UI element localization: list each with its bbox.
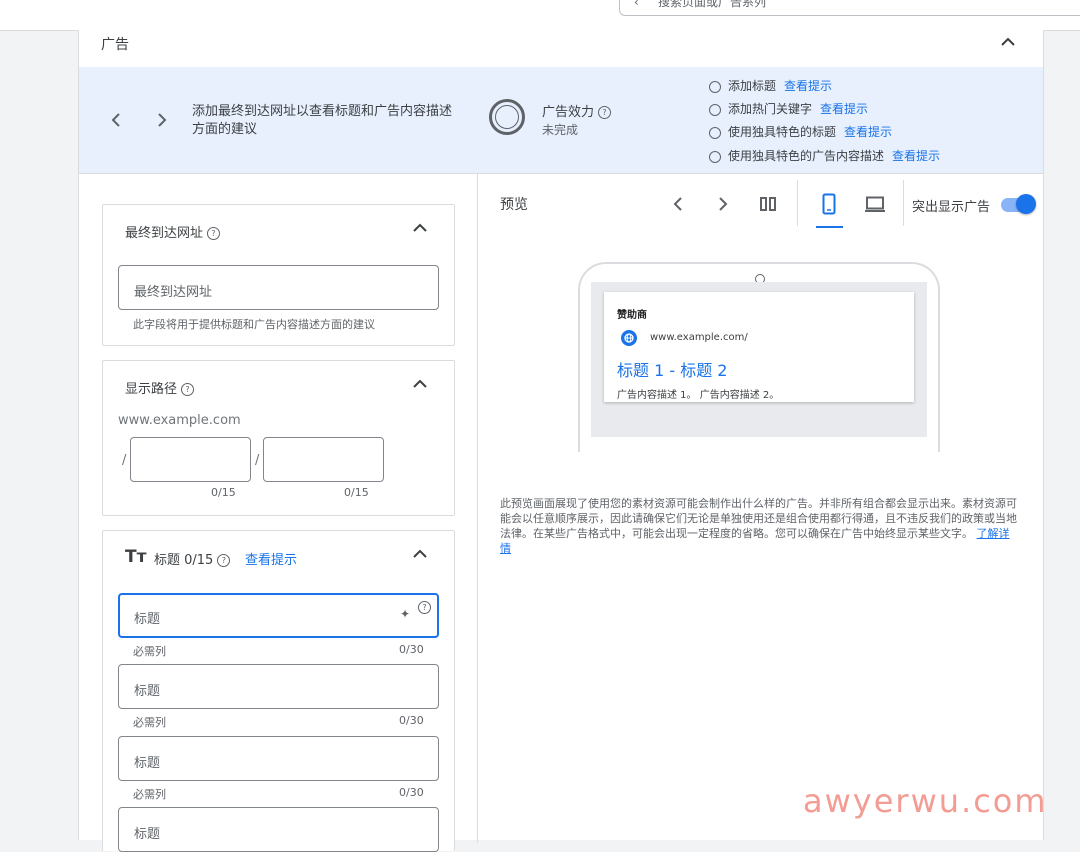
desktop-device-icon[interactable] — [864, 196, 886, 213]
collapse-chevron-icon[interactable] — [412, 222, 428, 234]
path-2-input[interactable] — [263, 437, 384, 482]
final-url-title: 最终到达网址? — [125, 222, 221, 241]
search-text: 搜索页面或广告系列 — [658, 0, 767, 9]
tip-label: 使用独具特色的广告内容描述 — [728, 149, 885, 163]
ad-headline[interactable]: 标题 1 - 标题 2 — [617, 357, 727, 381]
path-separator: / — [122, 453, 127, 468]
ad-panel: 广告 添加最终到达网址以查看标题和广告内容描述方面的建议 广告效力? 未完成 添… — [78, 30, 1044, 852]
collapse-chevron-icon[interactable] — [412, 378, 428, 390]
toolbar-divider — [797, 180, 798, 226]
tip-item: 使用独具特色的标题 查看提示 — [709, 123, 892, 140]
help-icon[interactable]: ? — [418, 601, 431, 614]
suggestion-strip: 添加最终到达网址以查看标题和广告内容描述方面的建议 广告效力? 未完成 添加标题… — [79, 67, 1043, 174]
mobile-device-icon[interactable] — [822, 193, 836, 215]
final-url-title-text: 最终到达网址 — [125, 226, 204, 241]
disclaimer-text: 此预览画面展现了使用您的素材资源可能会制作出什么样的广告。并非所有组合都会显示出… — [500, 497, 1017, 540]
watermark: awyerwu.com — [803, 782, 1048, 820]
help-icon[interactable]: ? — [598, 106, 612, 119]
tip-label: 使用独具特色的标题 — [728, 125, 837, 139]
highlight-ad-label: 突出显示广告 — [912, 200, 991, 215]
ad-preview-card: 赞助商 www.example.com/ 标题 1 - 标题 2 广告内容描述 … — [604, 292, 914, 402]
final-url-card: 最终到达网址? 最终到达网址 此字段将用于提供标题和广告内容描述方面的建议 — [102, 204, 455, 346]
ad-strength-status: 未完成 — [542, 123, 579, 137]
sponsor-label: 赞助商 — [617, 310, 647, 321]
preview-label: 预览 — [500, 197, 528, 213]
ad-strength-label: 广告效力? — [542, 101, 612, 120]
view-tips-link[interactable]: 查看提示 — [784, 79, 832, 93]
tip-item: 添加热门关键字 查看提示 — [709, 100, 868, 117]
final-url-helper: 此字段将用于提供标题和广告内容描述方面的建议 — [133, 318, 375, 331]
ad-strength-ring-icon — [489, 99, 525, 135]
back-arrow-icon[interactable]: ‹ — [634, 0, 639, 15]
suggestion-text: 添加最终到达网址以查看标题和广告内容描述方面的建议 — [192, 104, 453, 137]
path-separator: / — [255, 453, 260, 468]
headline-1-input[interactable]: 标题 ✦ ? — [118, 593, 439, 638]
help-icon[interactable]: ? — [217, 554, 231, 567]
preview-disclaimer: 此预览画面展现了使用您的素材资源可能会制作出什么样的广告。并非所有组合都会显示出… — [500, 496, 1020, 556]
headline-placeholder: 标题 — [134, 612, 161, 627]
collapse-chevron-icon[interactable] — [412, 548, 428, 560]
search-bar[interactable]: ‹ 搜索页面或广告系列 — [619, 0, 1080, 16]
headline-2-count: 0/30 — [399, 714, 424, 727]
phone-preview-frame: 赞助商 www.example.com/ 标题 1 - 标题 2 广告内容描述 … — [578, 262, 940, 452]
headline-placeholder: 标题 — [134, 756, 161, 771]
radio-circle-icon — [709, 80, 721, 93]
headline-2-input[interactable]: 标题 — [118, 664, 439, 709]
display-path-card: 显示路径? www.example.com / / 0/15 0/15 — [102, 360, 455, 516]
grid-view-icon[interactable] — [760, 197, 776, 211]
headline-1-count: 0/30 — [399, 643, 424, 656]
final-url-input[interactable]: 最终到达网址 — [118, 265, 439, 310]
headline-4-input[interactable]: 标题 — [118, 807, 439, 852]
help-icon[interactable]: ? — [207, 227, 221, 240]
headline-3-helper: 必需列 — [133, 788, 166, 801]
panel-title: 广告 — [101, 37, 129, 53]
view-tips-link[interactable]: 查看提示 — [844, 125, 892, 139]
headline-2-helper: 必需列 — [133, 716, 166, 729]
headlines-card: Tт 标题 0/15? 查看提示 标题 ✦ ? 必需列 0/30 标题 必需列 … — [102, 530, 455, 852]
path-1-input[interactable] — [130, 437, 251, 482]
phone-screen: 赞助商 www.example.com/ 标题 1 - 标题 2 广告内容描述 … — [591, 282, 927, 437]
headline-placeholder: 标题 — [134, 827, 161, 842]
radio-circle-icon — [709, 150, 721, 163]
prev-suggestion-icon[interactable] — [110, 112, 122, 128]
headline-3-input[interactable]: 标题 — [118, 736, 439, 781]
final-url-placeholder: 最终到达网址 — [134, 285, 213, 300]
globe-icon — [621, 330, 637, 346]
headline-placeholder: 标题 — [134, 684, 161, 699]
device-underline — [816, 226, 843, 228]
headline-3-count: 0/30 — [399, 786, 424, 799]
headlines-tips-link[interactable]: 查看提示 — [245, 549, 297, 568]
ad-url: www.example.com/ — [650, 332, 748, 343]
tip-label: 添加热门关键字 — [728, 102, 813, 116]
radio-circle-icon — [709, 103, 721, 116]
next-preview-icon[interactable] — [717, 196, 729, 212]
ad-strength-text: 广告效力 — [542, 105, 595, 120]
prev-preview-icon[interactable] — [672, 196, 684, 212]
pin-icon[interactable]: ✦ — [400, 607, 410, 621]
ad-description: 广告内容描述 1。 广告内容描述 2。 — [617, 390, 780, 401]
column-divider — [477, 173, 478, 843]
path-1-count: 0/15 — [211, 486, 236, 499]
headlines-title-text: 标题 0/15 — [154, 553, 214, 568]
view-tips-link[interactable]: 查看提示 — [820, 102, 868, 116]
display-path-title-text: 显示路径 — [125, 382, 178, 397]
toolbar-divider — [903, 180, 904, 226]
next-suggestion-icon[interactable] — [156, 112, 168, 128]
headlines-title: 标题 0/15? — [154, 549, 231, 568]
display-path-domain: www.example.com — [118, 413, 241, 428]
text-format-icon: Tт — [125, 547, 147, 567]
tip-label: 添加标题 — [728, 79, 777, 93]
panel-header: 广告 — [79, 30, 1043, 68]
view-tips-link[interactable]: 查看提示 — [892, 149, 940, 163]
help-icon[interactable]: ? — [181, 383, 195, 396]
collapse-chevron-icon[interactable] — [1000, 36, 1016, 48]
radio-circle-icon — [709, 126, 721, 139]
tip-item: 使用独具特色的广告内容描述 查看提示 — [709, 147, 940, 164]
headline-1-helper: 必需列 — [133, 645, 166, 658]
display-path-title: 显示路径? — [125, 378, 195, 397]
tip-item: 添加标题 查看提示 — [709, 77, 832, 94]
highlight-toggle-knob[interactable] — [1016, 194, 1036, 214]
path-2-count: 0/15 — [344, 486, 369, 499]
